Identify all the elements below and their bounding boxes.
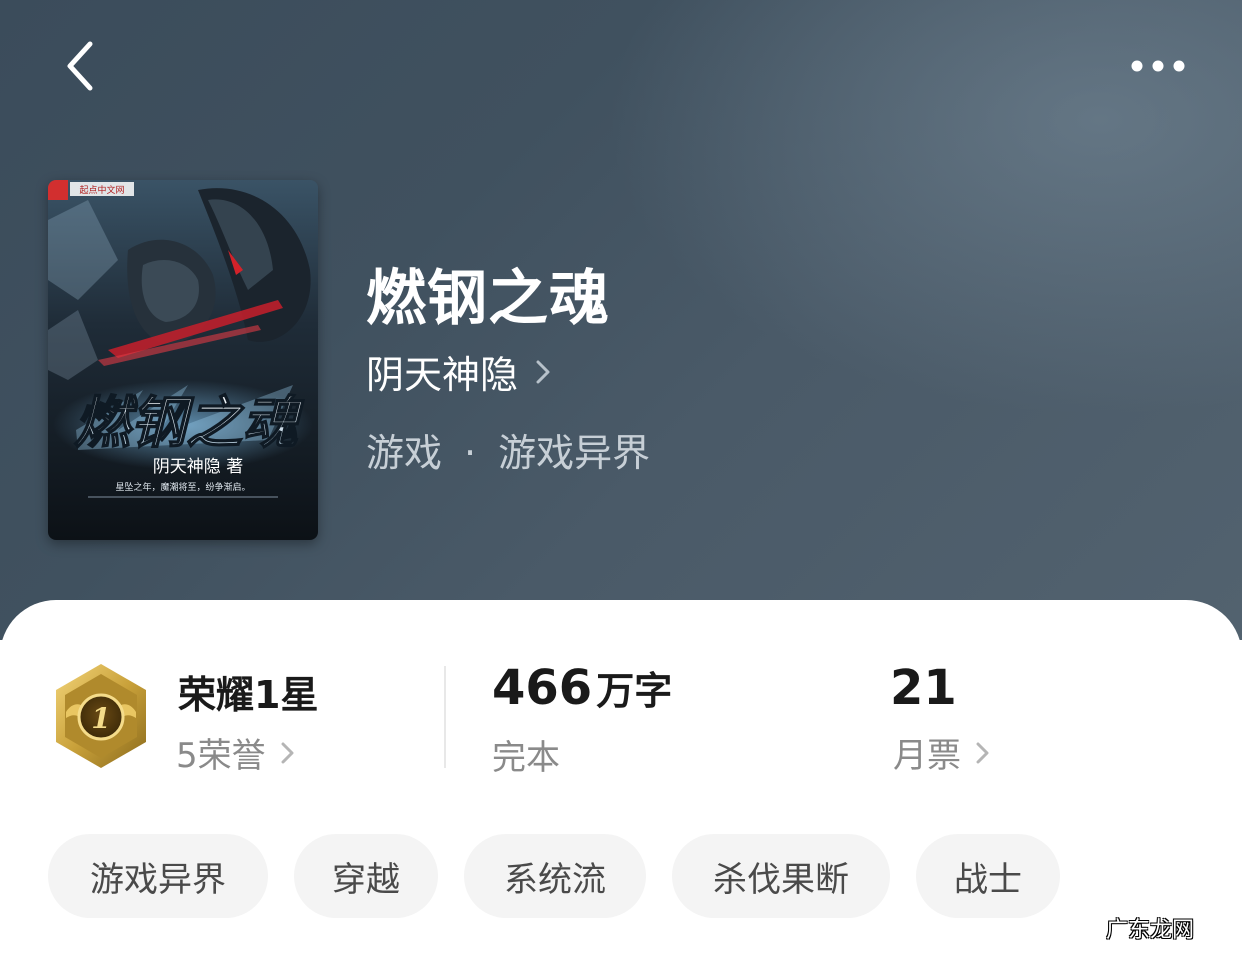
tag-chip[interactable]: 游戏异界 <box>48 834 268 918</box>
back-button[interactable] <box>58 38 108 94</box>
more-options-button[interactable] <box>1126 52 1190 80</box>
author-name: 阴天神隐 <box>366 353 519 397</box>
honor-badge-number: 1 <box>91 702 110 735</box>
cover-site-mark: 起点中文网 <box>79 184 124 196</box>
book-genre[interactable]: 游戏 · 游戏异界 <box>366 422 650 477</box>
stats-divider <box>444 666 446 768</box>
word-count-unit: 万字 <box>596 669 673 713</box>
tag-chip[interactable]: 战士 <box>916 834 1060 918</box>
tag-chip[interactable]: 穿越 <box>294 834 438 918</box>
cover-tagline: 星坠之年，魔潮将至，纷争渐启。 <box>115 481 250 493</box>
word-count: 466 万字 <box>492 660 672 716</box>
tag-chip[interactable]: 杀伐果断 <box>672 834 890 918</box>
author-link[interactable]: 阴天神隐 <box>366 344 552 399</box>
chevron-right-icon <box>281 742 294 763</box>
genre-separator: · <box>464 431 477 475</box>
chevron-right-icon <box>536 360 550 383</box>
monthly-ticket-link[interactable]: 月票 <box>893 728 991 777</box>
monthly-ticket-count: 21 <box>890 660 957 716</box>
honor-badge-icon: 1 <box>56 664 146 768</box>
cover-title-art: 燃钢之魂 <box>74 390 305 456</box>
completion-status: 完本 <box>492 738 560 778</box>
cover-author-line: 阴天神隐 著 <box>153 457 243 477</box>
genre-subcategory: 游戏异界 <box>498 431 651 475</box>
tag-chip[interactable]: 系统流 <box>464 834 646 918</box>
watermark: 广东龙网 <box>1106 918 1195 943</box>
book-cover[interactable]: 燃钢之魂 阴天神隐 著 星坠之年，魔潮将至，纷争渐启。 起点中文网 <box>48 180 318 540</box>
more-dots-icon <box>1131 60 1185 72</box>
word-count-number: 466 <box>492 660 593 716</box>
honor-count-link[interactable]: 5荣誉 <box>176 728 296 777</box>
tag-list: 游戏异界 穿越 系统流 杀伐果断 战士 <box>48 834 1086 918</box>
genre-category: 游戏 <box>366 431 443 475</box>
chevron-right-icon <box>976 742 989 763</box>
monthly-ticket-label: 月票 <box>893 736 961 776</box>
honor-count: 5荣誉 <box>176 736 266 776</box>
honor-level: 荣耀1星 <box>178 673 319 717</box>
book-title: 燃钢之魂 <box>366 264 610 334</box>
chevron-left-icon <box>67 41 93 91</box>
